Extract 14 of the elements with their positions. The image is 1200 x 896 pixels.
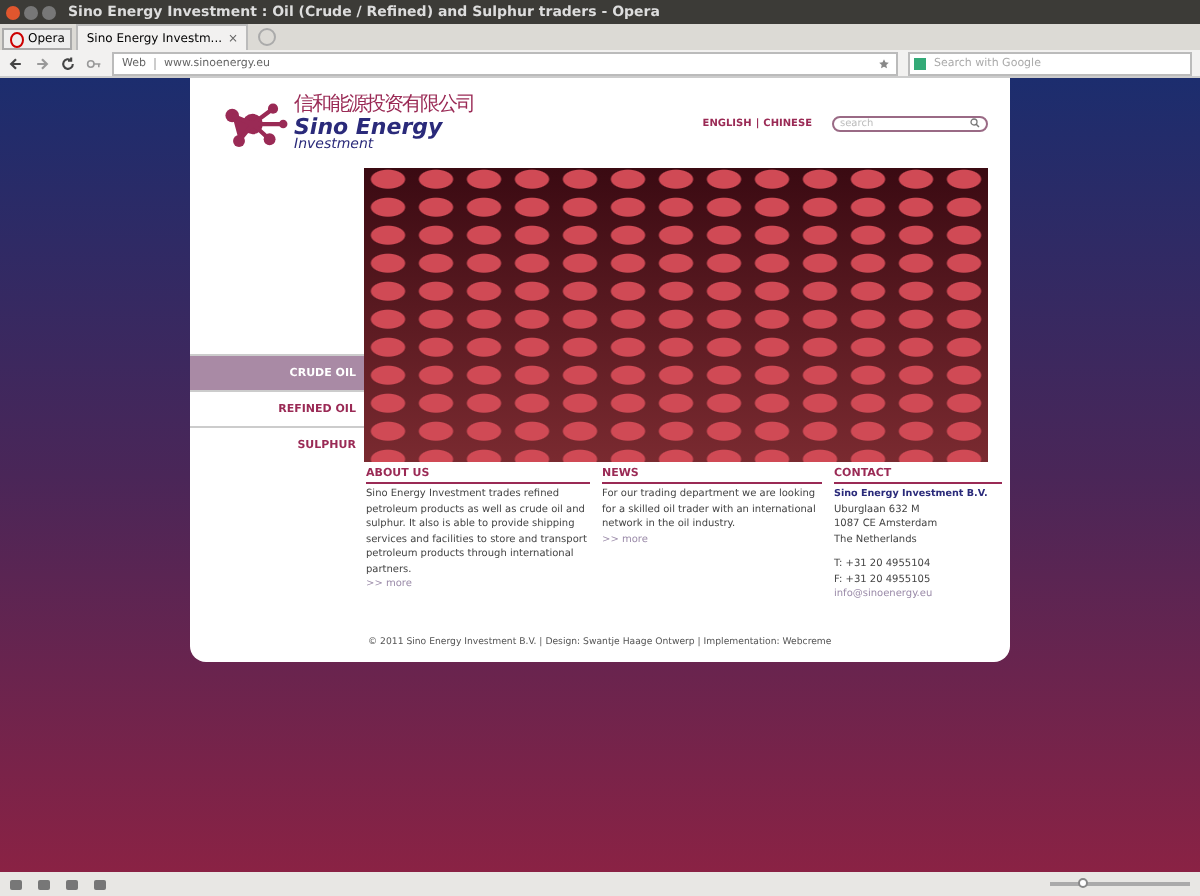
minimize-window-icon[interactable]: [24, 5, 38, 19]
maximize-window-icon[interactable]: [42, 5, 56, 19]
chinese-company-name: 信和能源投资有限公司: [294, 95, 474, 115]
panel-icon[interactable]: [10, 879, 22, 889]
reload-icon[interactable]: [60, 55, 76, 71]
star-icon[interactable]: [878, 57, 890, 69]
forward-icon[interactable]: [34, 55, 50, 71]
search-icon: [970, 118, 980, 128]
back-icon[interactable]: [8, 55, 24, 71]
zoom-slider-thumb[interactable]: [1077, 878, 1088, 888]
opera-logo-icon: [10, 31, 24, 47]
key-icon[interactable]: [86, 55, 102, 71]
close-window-icon[interactable]: [6, 5, 20, 19]
logo-name: Sino Energy: [294, 115, 445, 137]
